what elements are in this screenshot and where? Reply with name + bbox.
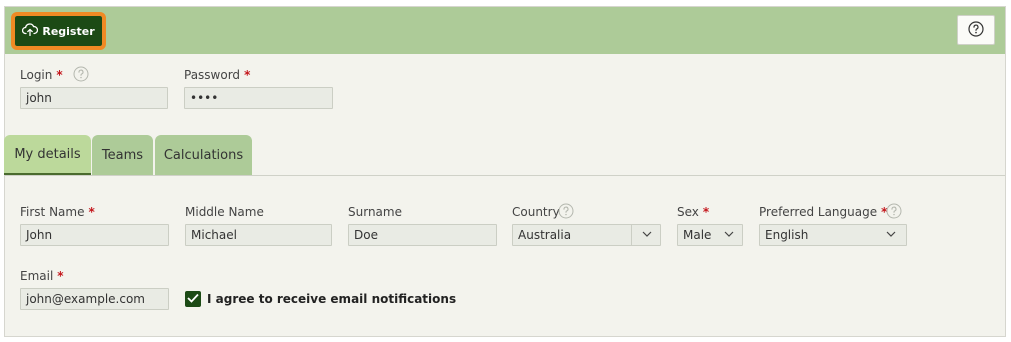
login-help-icon[interactable] <box>73 66 89 85</box>
first-name-label: First Name * <box>20 205 95 219</box>
chevron-down-icon <box>724 230 734 238</box>
chevron-down-icon <box>642 230 652 238</box>
middle-name-input[interactable]: Michael <box>185 224 332 246</box>
email-input[interactable]: john@example.com <box>20 288 169 310</box>
tab-divider <box>5 175 1005 176</box>
tab-my-details[interactable]: My details <box>4 135 91 175</box>
middle-name-label: Middle Name <box>185 205 264 219</box>
register-button[interactable]: Register <box>11 12 106 50</box>
checkmark-icon <box>187 292 199 306</box>
language-help-icon[interactable] <box>886 203 902 222</box>
toolbar: Register <box>5 7 1005 54</box>
register-button-label: Register <box>42 24 95 38</box>
first-name-input[interactable]: John <box>20 224 169 246</box>
surname-input[interactable]: Doe <box>348 224 497 246</box>
country-select[interactable]: Australia <box>512 224 661 246</box>
email-notifications-checkbox[interactable] <box>185 291 201 307</box>
tab-teams[interactable]: Teams <box>92 135 153 175</box>
password-input[interactable]: •••• <box>184 87 333 109</box>
question-circle-icon <box>968 20 984 40</box>
login-input[interactable]: john <box>20 87 168 109</box>
country-help-icon[interactable] <box>558 203 574 222</box>
tab-calculations[interactable]: Calculations <box>155 135 252 175</box>
surname-label: Surname <box>348 205 402 219</box>
email-notifications-label[interactable]: I agree to receive email notifications <box>207 292 456 306</box>
form-panel: Register Login * john Password * •••• My d <box>4 6 1006 337</box>
sex-select[interactable]: Male <box>677 224 743 246</box>
sex-label: Sex * <box>677 205 710 219</box>
country-label: Country <box>512 205 560 219</box>
password-label: Password * <box>184 68 251 82</box>
preferred-language-label: Preferred Language * <box>759 205 888 219</box>
help-button[interactable] <box>957 15 995 45</box>
email-label: Email * <box>20 269 64 283</box>
login-label: Login * <box>20 68 63 82</box>
chevron-down-icon <box>886 230 896 238</box>
preferred-language-select[interactable]: English <box>759 224 907 246</box>
cloud-upload-icon <box>22 23 39 39</box>
